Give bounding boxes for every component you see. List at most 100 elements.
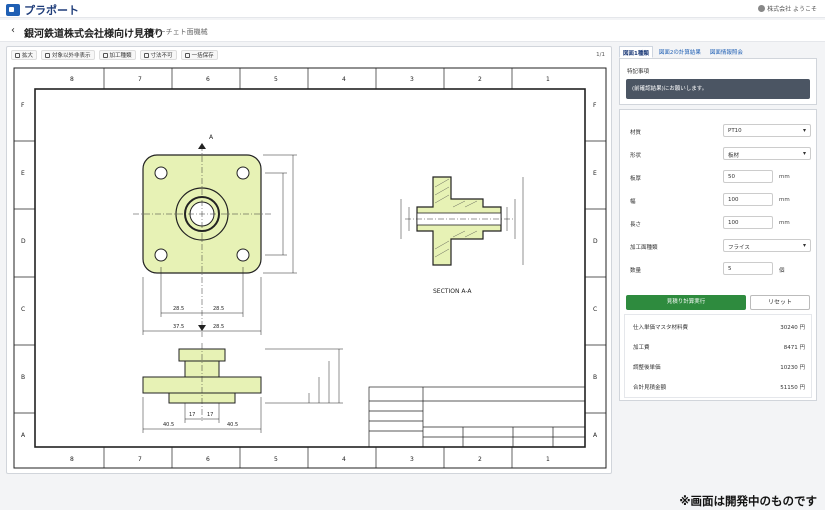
process-icon: [102, 52, 108, 58]
zoom-button-label: 拡大: [22, 53, 34, 59]
user-icon: [758, 5, 766, 12]
page-title: 銀河鉄道株式会社様向け見積り: [24, 29, 164, 40]
save-all-button-label: 一括保存: [191, 53, 214, 59]
zone-row-label: C: [21, 306, 25, 313]
cad-drawing[interactable]: 8 7 6 5 4 3 2 1 8 7 6 5 4 3 2 1 F E D C …: [13, 67, 607, 469]
process-select-value: フライス: [728, 245, 750, 251]
calculate-button[interactable]: 見積り計算実行: [626, 295, 746, 310]
brand[interactable]: プラポート: [6, 2, 79, 18]
notice-label: 特記事項: [627, 69, 650, 75]
bolt-hole: [154, 248, 168, 262]
back-button[interactable]: ‹: [8, 25, 18, 36]
zone-col-label: 3: [410, 456, 414, 463]
zone-col-label: 2: [478, 456, 482, 463]
zone-row-label: C: [593, 306, 597, 313]
estimate-panel: 図面1種類 図面2の計算結果 図面情報照会 特記事項 (前確認結果)にお願いしま…: [619, 46, 819, 401]
hide-others-button[interactable]: 対象以外非表示: [41, 50, 95, 60]
zone-col-label: 7: [138, 456, 142, 463]
zone-col-label: 2: [478, 76, 482, 83]
result-label: 仕入単価マスタ材料費: [633, 325, 689, 331]
zone-row-label: E: [593, 170, 597, 177]
tab-calc-result[interactable]: 図面2の計算結果: [656, 46, 704, 58]
notice-text: (前確認結果)にお願いします。: [626, 79, 810, 99]
dim-label: 28.5: [213, 324, 224, 330]
reset-button[interactable]: リセット: [750, 295, 810, 310]
bolt-hole: [236, 248, 250, 262]
length-label: 長さ: [630, 222, 642, 228]
bolt-hole: [236, 166, 250, 180]
length-unit: mm: [779, 220, 790, 226]
dimension-icon: [143, 52, 149, 58]
result-unit: 円: [799, 325, 805, 331]
save-all-button[interactable]: 一括保存: [180, 50, 218, 60]
thickness-label: 板厚: [630, 176, 642, 182]
zone-col-label: 8: [70, 76, 74, 83]
zone-col-label: 8: [70, 456, 74, 463]
page-header: ‹ 銀河鉄道株式会社様向け見積り アーチェト面機械: [0, 20, 825, 42]
hide-icon: [45, 52, 51, 58]
result-value: 30240: [780, 325, 798, 331]
process-type-button[interactable]: 加工種類: [98, 50, 136, 60]
brand-name: プラポート: [24, 4, 79, 17]
drawing-viewer: 拡大 対象以外非表示 加工種類 寸法不可 一括保存 1/1 8 7 6 5 4 …: [6, 46, 612, 474]
zone-col-label: 4: [342, 456, 346, 463]
result-value-group: 30240 円: [780, 323, 805, 331]
chevron-down-icon: ▾: [802, 150, 806, 157]
zone-row-label: F: [593, 102, 597, 109]
result-value-group: 10230 円: [780, 363, 805, 371]
result-label: 調整後単価: [633, 365, 661, 371]
panel-tabs: 図面1種類 図面2の計算結果 図面情報照会: [619, 46, 819, 58]
thickness-input[interactable]: 50: [723, 170, 773, 183]
process-select[interactable]: フライス ▾: [723, 239, 811, 252]
zone-row-label: B: [593, 374, 597, 381]
result-value: 51150: [780, 385, 798, 391]
material-label: 材質: [630, 130, 642, 136]
dim-label: 17: [189, 412, 195, 418]
zone-row-label: D: [593, 238, 598, 245]
width-unit: mm: [779, 197, 790, 203]
dim-label: 40.5: [163, 422, 174, 428]
dim-label: 28.5: [173, 306, 184, 312]
tab-drawing-type[interactable]: 図面1種類: [619, 46, 653, 58]
shape-label: 形状: [630, 153, 642, 159]
width-input[interactable]: 100: [723, 193, 773, 206]
width-label: 幅: [630, 199, 636, 205]
shape-select[interactable]: 板材 ▾: [723, 147, 811, 160]
user-menu[interactable]: 株式会社 ようこそ: [758, 4, 817, 13]
zone-col-label: 3: [410, 76, 414, 83]
zone-col-label: 1: [546, 456, 550, 463]
shape-select-value: 板材: [728, 153, 740, 159]
zoom-button[interactable]: 拡大: [11, 50, 38, 60]
zone-col-label: 6: [206, 76, 210, 83]
drawing-outer-frame: [13, 67, 607, 469]
zone-col-label: 5: [274, 76, 278, 83]
estimate-form: 材質 PT10 ▾ 形状 板材 ▾ 板厚 50 mm 幅 100 mm 長さ 1…: [619, 109, 817, 401]
zone-row-label: E: [21, 170, 25, 177]
tab-drawing-info[interactable]: 図面情報照会: [707, 46, 746, 58]
result-value: 8471: [783, 345, 798, 351]
zone-col-label: 6: [206, 456, 210, 463]
brand-logo-icon: [6, 4, 20, 16]
zone-row-label: D: [21, 238, 26, 245]
save-icon: [184, 52, 190, 58]
zone-row-label: B: [21, 374, 25, 381]
bolt-hole: [154, 166, 168, 180]
zone-col-label: 1: [546, 76, 550, 83]
dimension-button[interactable]: 寸法不可: [139, 50, 177, 60]
welcome-text: 株式会社 ようこそ: [767, 6, 817, 13]
quantity-unit: 個: [779, 268, 785, 274]
top-bar: プラポート 株式会社 ようこそ: [0, 0, 825, 18]
result-value-group: 51150 円: [780, 383, 805, 391]
material-select[interactable]: PT10 ▾: [723, 124, 811, 137]
process-type-button-label: 加工種類: [109, 53, 132, 59]
page-subtitle: アーチェト面機械: [152, 28, 208, 36]
chevron-down-icon: ▾: [802, 127, 806, 134]
results-box: 仕入単価マスタ材料費 30240 円 加工費 8471 円 調整後単価 1023…: [624, 314, 812, 398]
page-indicator: 1/1: [596, 52, 605, 58]
zone-row-label: F: [21, 102, 25, 109]
quantity-input[interactable]: 5: [723, 262, 773, 275]
dimension-button-label: 寸法不可: [150, 53, 173, 59]
result-value: 10230: [780, 365, 798, 371]
dim-label: 40.5: [227, 422, 238, 428]
length-input[interactable]: 100: [723, 216, 773, 229]
